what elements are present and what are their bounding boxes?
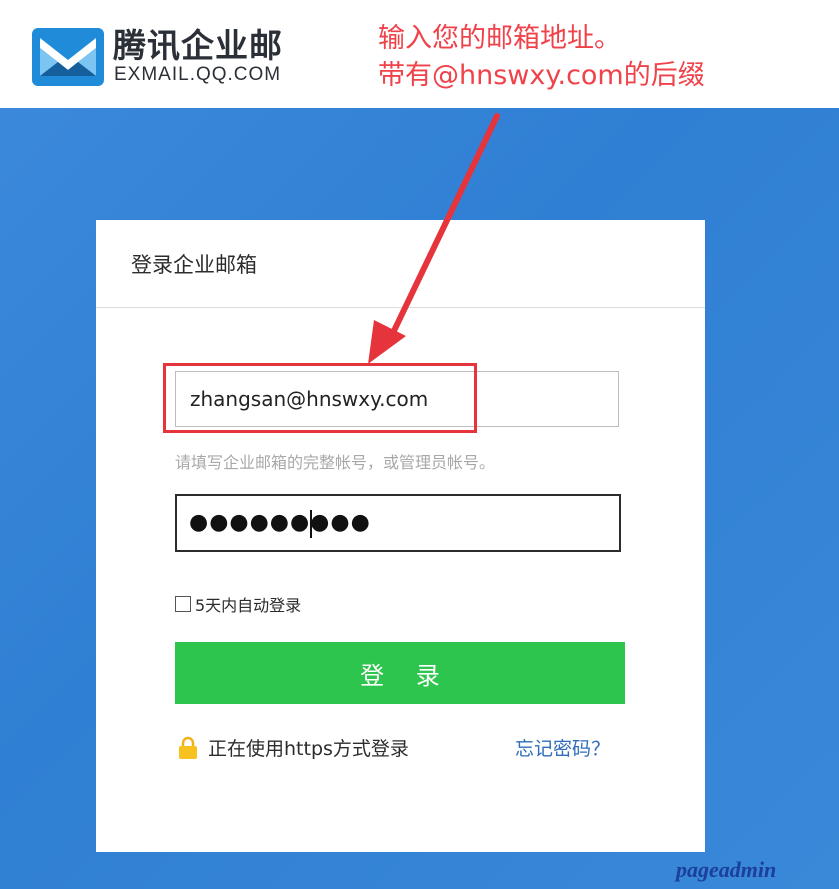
annotation-line-2: 带有@hnswxy.com的后缀	[378, 60, 705, 91]
email-input[interactable]	[175, 371, 619, 427]
remember-label: 5天内自动登录	[195, 596, 302, 615]
login-card: 登录企业邮箱 请填写企业邮箱的完整帐号，或管理员帐号。 ●●●●●●●●● 5天…	[96, 220, 705, 852]
lock-icon	[179, 736, 197, 759]
login-card-title: 登录企业邮箱	[131, 253, 257, 277]
forgot-password-link[interactable]: 忘记密码？	[515, 736, 610, 762]
login-button[interactable]: 登 录	[175, 642, 625, 704]
exmail-logo-icon[interactable]	[32, 28, 104, 86]
https-note-text: 正在使用https方式登录	[208, 738, 409, 760]
watermark-text: pageadmin	[676, 857, 777, 882]
password-input[interactable]: ●●●●●●●●●	[175, 494, 621, 552]
https-notice: 正在使用https方式登录	[178, 734, 409, 761]
password-mask: ●●●●●●●●●	[189, 510, 371, 535]
logo-chinese-text: 腾讯企业邮	[113, 26, 283, 65]
email-hint-text: 请填写企业邮箱的完整帐号，或管理员帐号。	[175, 453, 496, 472]
text-caret	[310, 510, 312, 538]
checkbox-icon[interactable]	[175, 596, 191, 612]
logo-english-text: EXMAIL.QQ.COM	[114, 64, 282, 85]
remember-login-option[interactable]: 5天内自动登录	[175, 592, 301, 616]
card-divider	[96, 307, 705, 308]
annotation-line-1: 输入您的邮箱地址。	[378, 23, 621, 54]
top-header: 腾讯企业邮 EXMAIL.QQ.COM 输入您的邮箱地址。 带有@hnswxy.…	[0, 0, 839, 108]
